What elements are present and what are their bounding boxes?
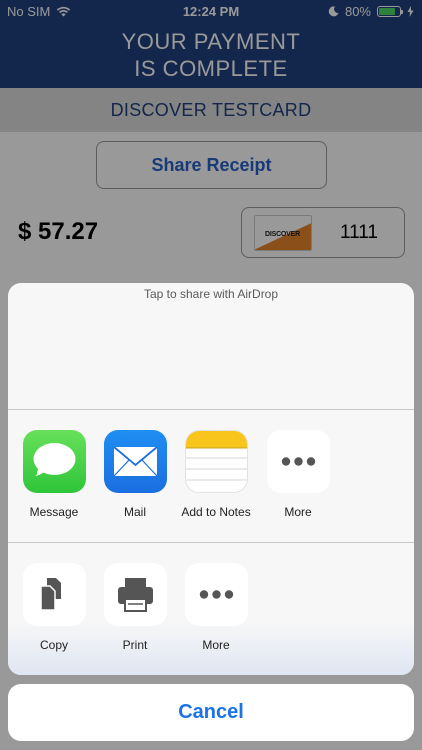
action-copy[interactable]: Copy: [14, 563, 94, 652]
cancel-button[interactable]: Cancel: [8, 684, 414, 741]
share-label: Print: [122, 638, 148, 652]
share-label: Message: [29, 505, 79, 519]
action-more[interactable]: More: [176, 563, 256, 652]
share-label: More: [202, 638, 230, 652]
more-icon: [184, 563, 248, 626]
share-message[interactable]: Message: [14, 430, 94, 519]
share-mail[interactable]: Mail: [95, 430, 175, 519]
airdrop-area[interactable]: Tap to share with AirDrop: [8, 283, 414, 410]
action-print[interactable]: Print: [95, 563, 175, 652]
airdrop-hint: Tap to share with AirDrop: [143, 287, 279, 301]
share-label: Mail: [123, 505, 146, 519]
copy-icon: [22, 563, 86, 626]
share-actions-row: Copy Print More: [8, 543, 414, 675]
print-icon: [103, 563, 167, 626]
message-icon: [22, 430, 86, 493]
share-more-apps[interactable]: More: [258, 430, 338, 519]
share-apps-row: Message Mail Add to Notes More: [8, 410, 414, 543]
share-label: Copy: [39, 638, 68, 652]
mail-icon: [103, 430, 167, 493]
share-label: More: [284, 505, 312, 519]
share-add-to-notes[interactable]: Add to Notes: [176, 430, 256, 519]
share-sheet: Tap to share with AirDrop Message Mail A…: [8, 283, 414, 675]
more-icon: [266, 430, 330, 493]
share-label: Add to Notes: [181, 505, 251, 519]
notes-icon: [184, 430, 248, 493]
